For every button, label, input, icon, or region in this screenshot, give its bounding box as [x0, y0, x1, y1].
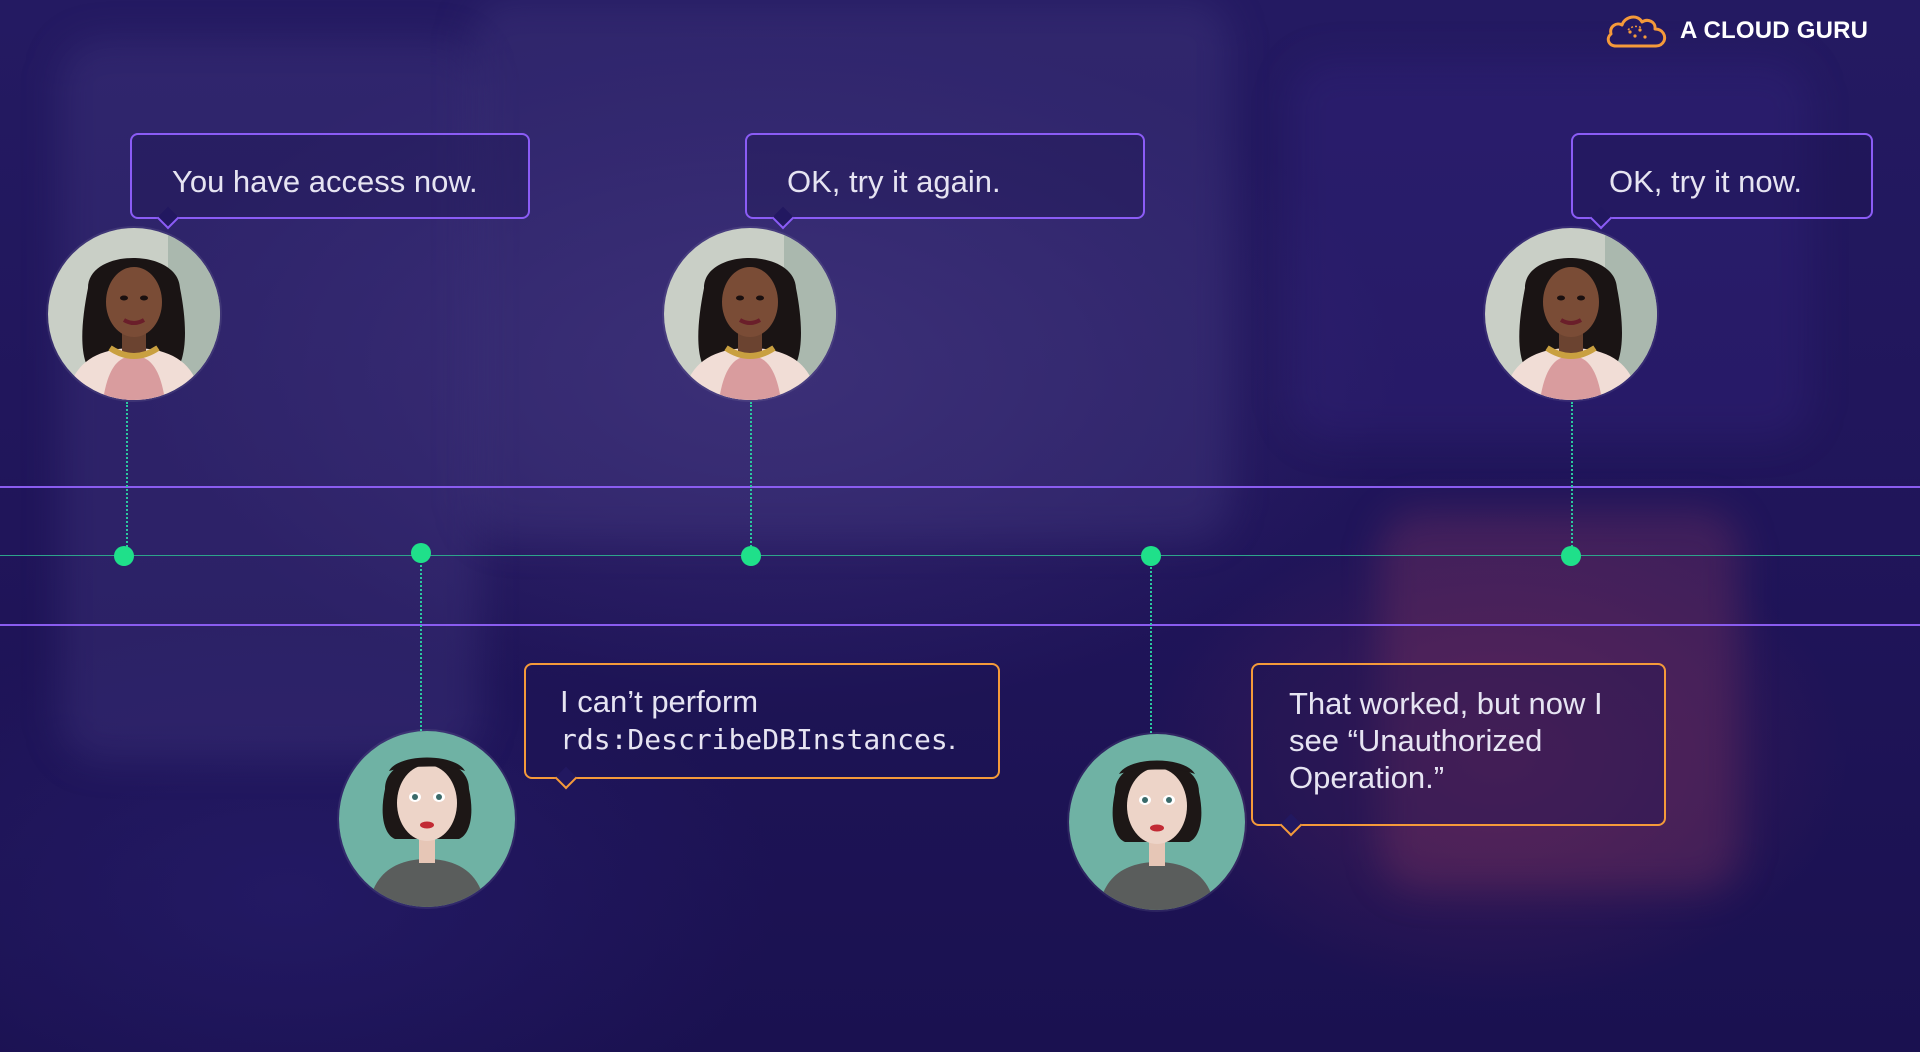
- timeline-band-bottom: [0, 624, 1920, 626]
- admin-message: You have access now.: [172, 164, 478, 199]
- admin-avatar: [1485, 228, 1657, 400]
- timeline-connector: [420, 553, 422, 731]
- cloud-logo-icon: [1606, 15, 1667, 48]
- timeline-event-dot: [114, 546, 134, 566]
- timeline-band-top: [0, 486, 1920, 488]
- user-message-line: Operation.”: [1289, 760, 1445, 795]
- user-message-suffix: .: [947, 721, 957, 756]
- admin-speech-bubble: You have access now.: [130, 133, 530, 230]
- timeline-event-dot: [1561, 546, 1581, 566]
- user-message-line: see “Unauthorized: [1289, 723, 1543, 758]
- timeline-connector: [126, 402, 128, 555]
- admin-speech-bubble: OK, try it now.: [1571, 133, 1873, 230]
- timeline-event-dot: [411, 543, 431, 563]
- brand-name: A CLOUD GURU: [1680, 17, 1869, 44]
- admin-message: OK, try it again.: [787, 164, 1001, 199]
- timeline-line: [0, 555, 1920, 556]
- admin-avatar: [664, 228, 836, 400]
- user-speech-bubble: I can’t perform rds:DescribeDBInstances.: [524, 663, 1000, 790]
- user-message-line: I can’t perform: [560, 684, 759, 719]
- api-action-code: rds:DescribeDBInstances: [560, 723, 948, 756]
- timeline-event-dot: [1141, 546, 1161, 566]
- admin-avatar: [48, 228, 220, 400]
- user-speech-bubble: That worked, but now I see “Unauthorized…: [1251, 663, 1666, 837]
- user-message-line: That worked, but now I: [1289, 686, 1603, 721]
- timeline-connector: [1571, 402, 1573, 555]
- user-avatar: [1069, 734, 1245, 910]
- brand-logo: A CLOUD GURU: [1604, 10, 1868, 52]
- admin-message: OK, try it now.: [1609, 164, 1802, 199]
- user-message-code-line: rds:DescribeDBInstances.: [560, 720, 998, 758]
- admin-speech-bubble: OK, try it again.: [745, 133, 1145, 230]
- user-avatar: [339, 731, 515, 907]
- background-shape: [470, 0, 1230, 540]
- timeline-connector: [750, 402, 752, 555]
- timeline-event-dot: [741, 546, 761, 566]
- timeline-connector: [1150, 555, 1152, 733]
